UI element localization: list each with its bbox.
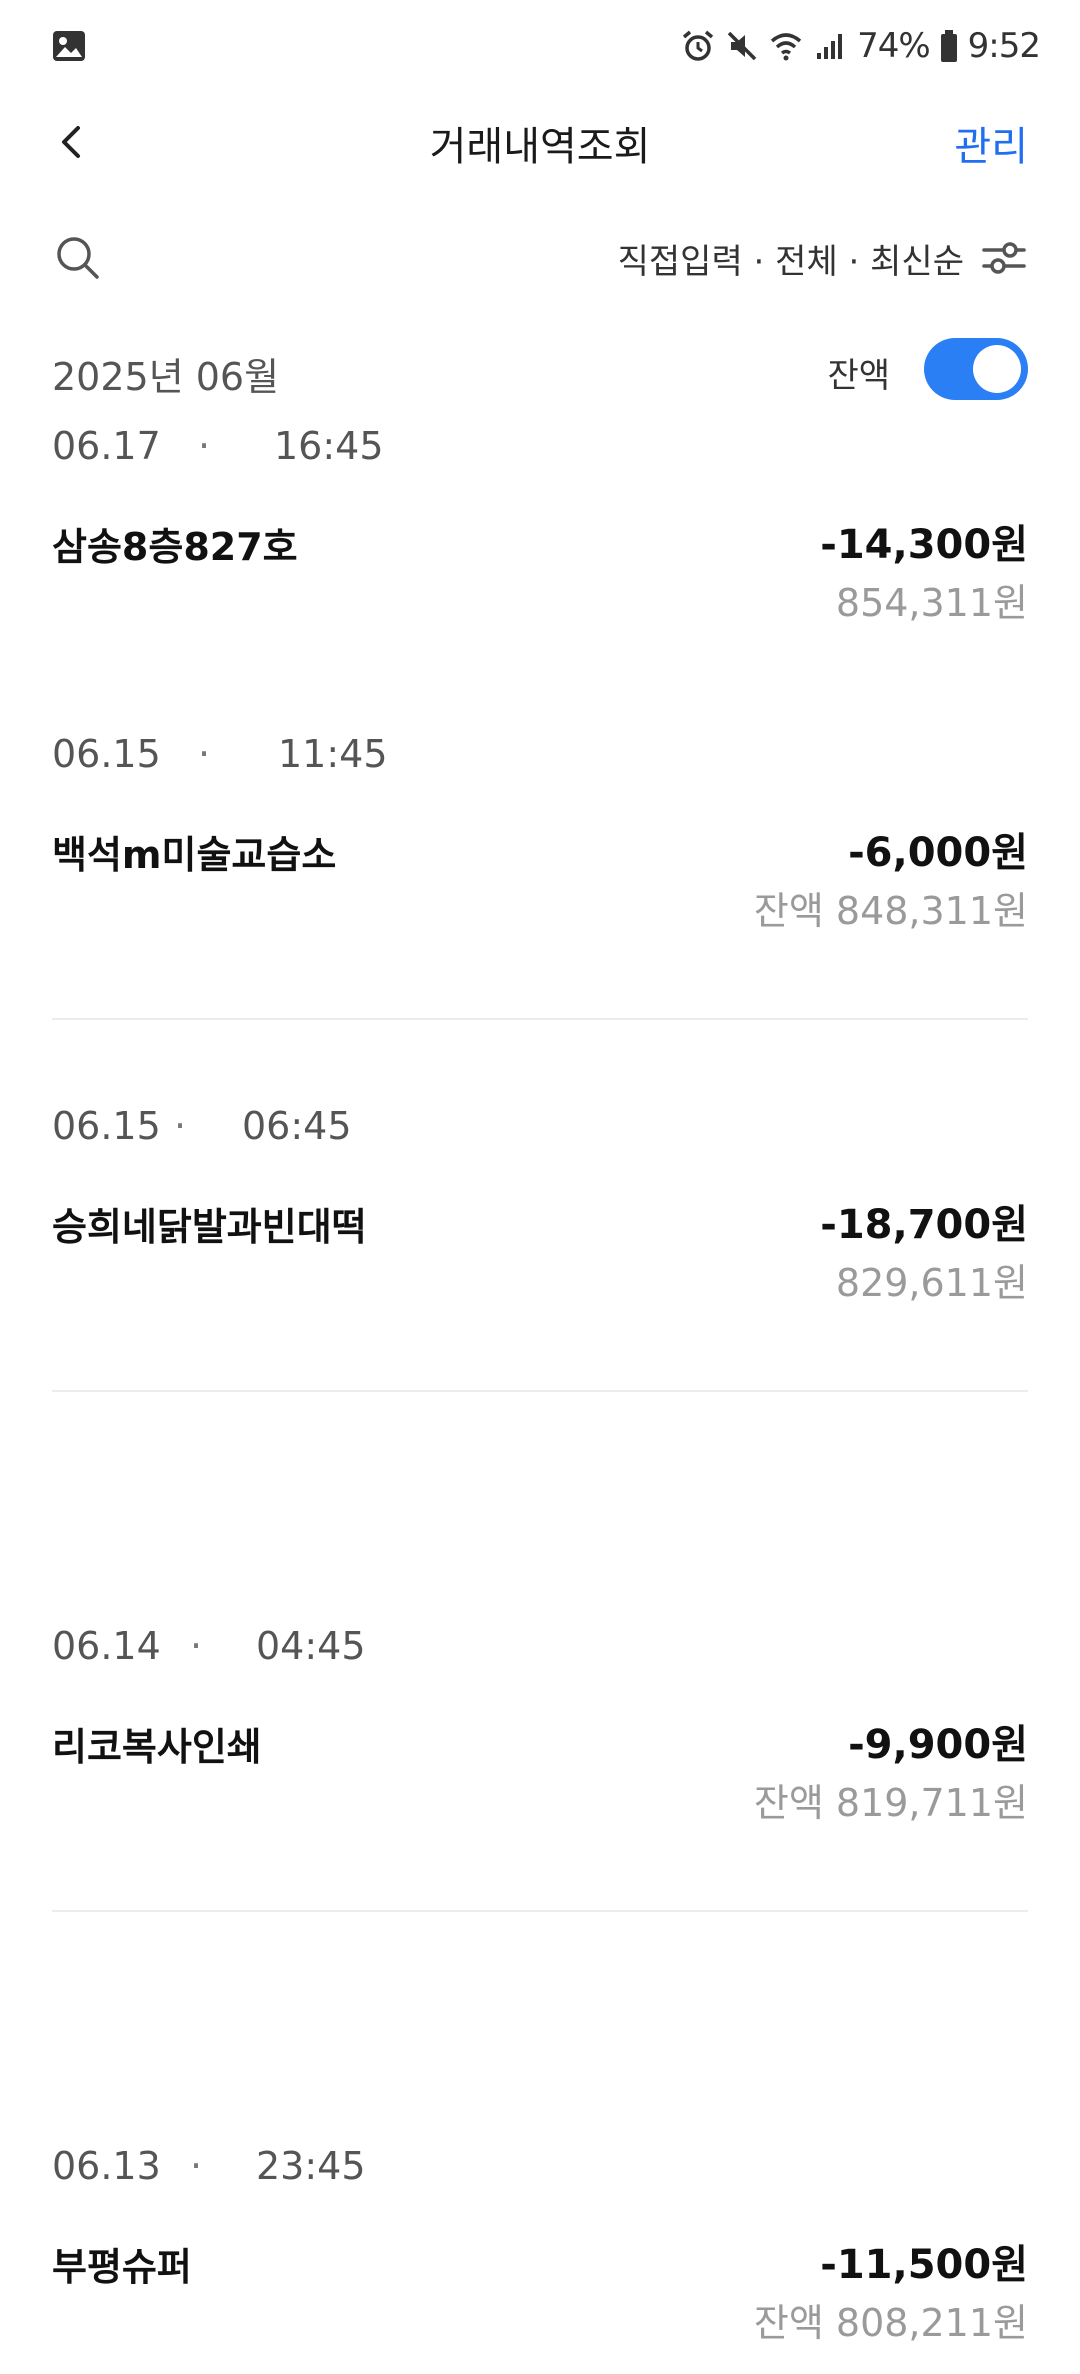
search-icon[interactable] xyxy=(52,232,104,284)
transaction-amount: -11,500원 xyxy=(820,2242,1028,2288)
divider xyxy=(52,1390,1028,1392)
transaction-date: 06.13 xyxy=(52,2144,161,2188)
balance-after: 854,311원 xyxy=(835,581,1028,625)
transaction-amount: -6,000원 xyxy=(848,830,1028,876)
transaction-date: 06.15 xyxy=(52,1104,161,1148)
transaction-amount: -18,700원 xyxy=(820,1202,1028,1248)
separator-dot: · xyxy=(198,732,211,776)
transaction-time: 23:45 xyxy=(256,2144,366,2188)
separator-dot: · xyxy=(190,2144,203,2188)
battery-icon xyxy=(940,30,957,62)
filter-row: 직접입력 · 전체 · 최신순 xyxy=(0,220,1080,300)
transaction-time: 06:45 xyxy=(242,1104,352,1148)
transaction-time: 16:45 xyxy=(274,424,384,468)
month-header: 2025년 06월 잔액 xyxy=(0,336,1080,406)
transaction-item[interactable]: 06.14 · 04:45 리코복사인쇄 -9,900원 잔액 819,711원 xyxy=(0,1624,1080,1854)
balance-toggle[interactable] xyxy=(924,338,1028,400)
status-icons: 74% 9:52 xyxy=(681,22,1041,70)
clock: 9:52 xyxy=(967,26,1041,66)
merchant-name: 부평슈퍼 xyxy=(52,2245,192,2289)
balance-after: 잔액 808,211원 xyxy=(753,2301,1028,2345)
balance-after: 잔액 848,311원 xyxy=(753,889,1028,933)
transaction-item[interactable]: 06.13 · 23:45 부평슈퍼 -11,500원 잔액 808,211원 xyxy=(0,2144,1080,2374)
separator-dot: · xyxy=(174,1104,187,1148)
battery-percent: 74% xyxy=(857,26,931,66)
transaction-amount: -14,300원 xyxy=(820,522,1028,568)
mute-icon xyxy=(727,31,757,61)
merchant-name: 리코복사인쇄 xyxy=(52,1725,262,1769)
status-bar: 74% 9:52 xyxy=(0,0,1080,92)
wifi-icon xyxy=(770,33,802,61)
balance-toggle-label: 잔액 xyxy=(827,356,890,396)
balance-after: 829,611원 xyxy=(835,1261,1028,1305)
separator-dot: · xyxy=(198,424,211,468)
divider xyxy=(52,1910,1028,1912)
balance-after: 잔액 819,711원 xyxy=(753,1781,1028,1825)
separator-dot: · xyxy=(190,1624,203,1668)
transaction-item[interactable]: 06.15 · 06:45 승희네닭발과빈대떡 -18,700원 829,611… xyxy=(0,1104,1080,1334)
toggle-knob xyxy=(973,345,1021,393)
transaction-time: 04:45 xyxy=(256,1624,366,1668)
page-title: 거래내역조회 xyxy=(429,124,651,170)
sliders-icon[interactable] xyxy=(980,234,1028,282)
transaction-date: 06.14 xyxy=(52,1624,161,1668)
month-label: 2025년 06월 xyxy=(52,355,280,399)
transaction-date: 06.17 xyxy=(52,424,161,468)
transaction-item[interactable]: 06.15 · 11:45 백석m미술교습소 -6,000원 잔액 848,31… xyxy=(0,732,1080,962)
gallery-icon xyxy=(53,31,85,61)
manage-button[interactable]: 관리 xyxy=(954,114,1028,172)
alarm-icon xyxy=(682,30,714,61)
divider xyxy=(52,1018,1028,1020)
merchant-name: 백석m미술교습소 xyxy=(52,833,337,877)
transaction-amount: -9,900원 xyxy=(848,1722,1028,1768)
app-header: 거래내역조회 관리 xyxy=(0,92,1080,192)
signal-icon xyxy=(817,34,843,59)
merchant-name: 승희네닭발과빈대떡 xyxy=(52,1205,367,1249)
transaction-time: 11:45 xyxy=(278,732,388,776)
transaction-item[interactable]: 06.17 · 16:45 삼송8층827호 -14,300원 854,311원 xyxy=(0,424,1080,654)
merchant-name: 삼송8층827호 xyxy=(52,525,298,569)
transaction-date: 06.15 xyxy=(52,732,161,776)
filter-summary-button[interactable]: 직접입력 · 전체 · 최신순 xyxy=(618,234,964,283)
